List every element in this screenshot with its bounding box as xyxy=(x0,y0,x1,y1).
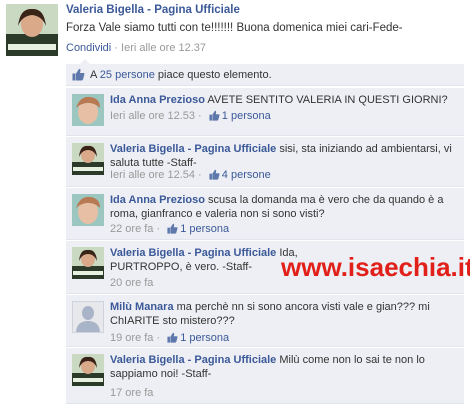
comment-author[interactable]: Valeria Bigella - Pagina Ufficiale xyxy=(110,247,276,259)
comment-author[interactable]: Valeria Bigella - Pagina Ufficiale xyxy=(110,354,276,366)
ida-avatar[interactable] xyxy=(72,194,104,226)
comment: Ida Anna Prezioso scusa la domanda ma è … xyxy=(66,188,464,240)
comment-meta: 17 ore fa xyxy=(110,387,153,399)
comment-author[interactable]: Milù Manara xyxy=(110,301,174,313)
post-meta: Condividi · Ieri alle ore 12.37 xyxy=(66,42,206,54)
comment-author[interactable]: Valeria Bigella - Pagina Ufficiale xyxy=(110,143,276,155)
likes-bar: A 25 persone piace questo elemento. xyxy=(66,59,464,86)
comment-text: AVETE SENTITO VALERIA IN QUESTI GIORNI? xyxy=(207,94,448,106)
page-avatar-small[interactable] xyxy=(72,247,104,279)
comment: Valeria Bigella - Pagina Ufficiale sisi,… xyxy=(66,137,464,187)
post-text: Forza Vale siamo tutti con te!!!!!!! Buo… xyxy=(66,22,403,34)
comment-time[interactable]: Ieri alle ore 12.54 xyxy=(110,169,195,181)
page-avatar[interactable] xyxy=(6,4,58,56)
comment-time[interactable]: 19 ore fa xyxy=(110,332,153,344)
thumbs-up-icon xyxy=(72,68,85,81)
comment-meta-sep: · xyxy=(195,169,205,181)
comment-meta-sep: · xyxy=(153,332,164,344)
likes-people-link[interactable]: 25 persone xyxy=(100,69,155,81)
comment-body: Ida Anna Prezioso AVETE SENTITO VALERIA … xyxy=(110,93,458,107)
comment-body: Valeria Bigella - Pagina Ufficiale Ida, … xyxy=(110,246,304,274)
comment-meta: 20 ore fa xyxy=(110,277,153,289)
comment-time[interactable]: 17 ore fa xyxy=(110,387,153,399)
comment-likes-link[interactable]: 1 persona xyxy=(180,332,229,344)
comment: Ida Anna Prezioso AVETE SENTITO VALERIA … xyxy=(66,88,464,136)
comment-author[interactable]: Ida Anna Prezioso xyxy=(110,94,205,106)
comment: Valeria Bigella - Pagina Ufficiale Milù … xyxy=(66,348,464,404)
comment-author[interactable]: Ida Anna Prezioso xyxy=(110,194,205,206)
post-time[interactable]: Ieri alle ore 12.37 xyxy=(121,42,206,54)
comment-likes-link[interactable]: 4 persone xyxy=(222,169,271,181)
post-meta-sep: · xyxy=(111,42,122,54)
thumbs-up-icon xyxy=(209,169,220,180)
comment-meta-sep: · xyxy=(195,110,205,122)
share-link[interactable]: Condividi xyxy=(66,42,111,54)
comment-meta: Ieri alle ore 12.53 · 1 persona xyxy=(110,110,271,122)
comment: Milù Manara ma perchè nn si sono ancora … xyxy=(66,295,464,347)
likes-text: A 25 persone piace questo elemento. xyxy=(90,69,272,81)
likes-prefix: A xyxy=(90,69,100,81)
page-avatar-small[interactable] xyxy=(72,143,104,175)
thumbs-up-icon xyxy=(209,110,220,121)
comment-meta-sep: · xyxy=(153,223,164,235)
comment-body: Milù Manara ma perchè nn si sono ancora … xyxy=(110,300,458,328)
comment-likes-link[interactable]: 1 persona xyxy=(180,223,229,235)
likes-nub xyxy=(80,59,90,64)
thumbs-up-icon xyxy=(167,332,178,343)
watermark-text: www.isaechia.it xyxy=(281,252,470,282)
ida-avatar[interactable] xyxy=(72,94,104,126)
comment-time[interactable]: 20 ore fa xyxy=(110,277,153,289)
comment-time[interactable]: Ieri alle ore 12.53 xyxy=(110,110,195,122)
likes-suffix: piace questo elemento. xyxy=(154,69,272,81)
post-author[interactable]: Valeria Bigella - Pagina Ufficiale xyxy=(66,4,240,16)
comment-body: Valeria Bigella - Pagina Ufficiale Milù … xyxy=(110,353,458,381)
comment-body: Ida Anna Prezioso scusa la domanda ma è … xyxy=(110,193,458,221)
page-avatar-small[interactable] xyxy=(72,354,104,386)
default-avatar[interactable] xyxy=(72,301,104,333)
comment-body: Valeria Bigella - Pagina Ufficiale sisi,… xyxy=(110,142,458,170)
comment-time[interactable]: 22 ore fa xyxy=(110,223,153,235)
thumbs-up-icon xyxy=(167,223,178,234)
comment-meta: Ieri alle ore 12.54 · 4 persone xyxy=(110,169,271,181)
comment-likes-link[interactable]: 1 persona xyxy=(222,110,271,122)
comment-meta: 22 ore fa · 1 persona xyxy=(110,223,229,235)
comment-meta: 19 ore fa · 1 persona xyxy=(110,332,229,344)
